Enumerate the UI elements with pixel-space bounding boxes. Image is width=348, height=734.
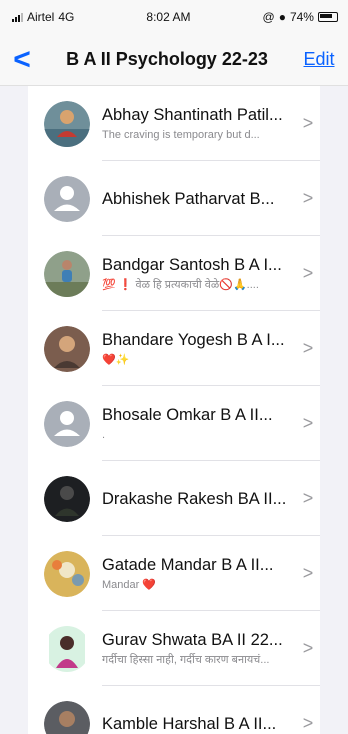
members-list[interactable]: Abhay Shantinath Patil... The craving is … [28, 86, 320, 734]
contact-status: . [102, 429, 106, 441]
contact-name: Drakashe Rakesh BA II... [102, 489, 287, 508]
group-title: B A II Psychology 22-23 [66, 49, 268, 69]
chevron-right-icon: > [302, 413, 314, 433]
member-row[interactable]: Abhay Shantinath Patil... The craving is … [28, 86, 320, 161]
signal-icon [12, 12, 23, 22]
contact-name: Abhishek Patharvat B... [102, 189, 275, 208]
back-button[interactable]: < [0, 34, 44, 86]
member-row[interactable]: Abhishek Patharvat B... > [28, 161, 320, 236]
status-left: Airtel 4G [12, 10, 74, 24]
member-row[interactable]: Gurav Shwata BA II 22... गर्दीचा हिस्सा न… [28, 611, 320, 686]
contact-avatar [44, 100, 90, 147]
contact-name: Gurav Shwata BA II 22... [102, 631, 283, 649]
chevron-right-icon: > [302, 338, 314, 358]
battery-icon [317, 12, 338, 22]
nav-bar: < B A II Psychology 22-23 Edit [0, 34, 348, 86]
contact-status: गर्दीचा हिस्सा नाही, गर्दीच कारण बनायचं.… [102, 654, 270, 666]
chevron-right-icon: > [302, 563, 314, 583]
chevron-right-icon: > [302, 188, 314, 208]
network-type: 4G [58, 10, 75, 24]
member-row[interactable]: Bhandare Yogesh B A I... ❤️✨ > [28, 311, 320, 386]
member-row[interactable]: Gatade Mandar B A II... Mandar ❤️ > [28, 536, 320, 611]
contact-name: Abhay Shantinath Patil... [102, 106, 283, 124]
chevron-right-icon: > [302, 638, 314, 658]
status-time: 8:02 AM [146, 10, 191, 24]
chevron-right-icon: > [302, 113, 314, 133]
member-row[interactable]: Drakashe Rakesh BA II... > [28, 461, 320, 536]
contact-status: Mandar ❤️ [102, 579, 157, 591]
edit-button[interactable]: Edit [290, 49, 348, 70]
contact-name: Bhosale Omkar B A II... [102, 406, 273, 424]
status-bar: Airtel 4G 8:02 AM @ ● 74% [0, 0, 348, 34]
contact-avatar [44, 250, 90, 297]
carrier-name: Airtel [27, 10, 55, 24]
contact-status: The craving is temporary but d... [102, 129, 260, 141]
contact-name: Kamble Harshal B A II... [102, 714, 277, 733]
contact-avatar [44, 475, 90, 522]
chevron-right-icon: > [302, 488, 314, 508]
chevron-right-icon: > [302, 713, 314, 733]
contact-avatar [44, 325, 90, 372]
alarm-icon: @ [262, 10, 275, 24]
contact-avatar [44, 625, 90, 672]
member-row[interactable]: Kamble Harshal B A II... > [28, 686, 320, 734]
contact-avatar [44, 550, 90, 597]
battery-percent: 74% [289, 10, 314, 24]
contact-status: 💯 ❗ वेळ हि प्रत्यकाची वेळे🚫🙏.... [102, 279, 259, 291]
contact-name: Bhandare Yogesh B A I... [102, 331, 285, 349]
contact-avatar [44, 700, 90, 734]
member-row[interactable]: Bandgar Santosh B A I... 💯 ❗ वेळ हि प्रत्… [28, 236, 320, 311]
contact-avatar [44, 400, 90, 447]
contact-name: Bandgar Santosh B A I... [102, 256, 282, 274]
chevron-left-icon: < [13, 42, 31, 76]
member-row[interactable]: Bhosale Omkar B A II.... > [28, 386, 320, 461]
contact-status: ❤️✨ [102, 354, 130, 366]
chevron-right-icon: > [302, 263, 314, 283]
contact-avatar [44, 175, 90, 222]
lock-icon: ● [278, 10, 286, 24]
contact-name: Gatade Mandar B A II... [102, 556, 274, 574]
status-right: @ ● 74% [263, 10, 338, 24]
